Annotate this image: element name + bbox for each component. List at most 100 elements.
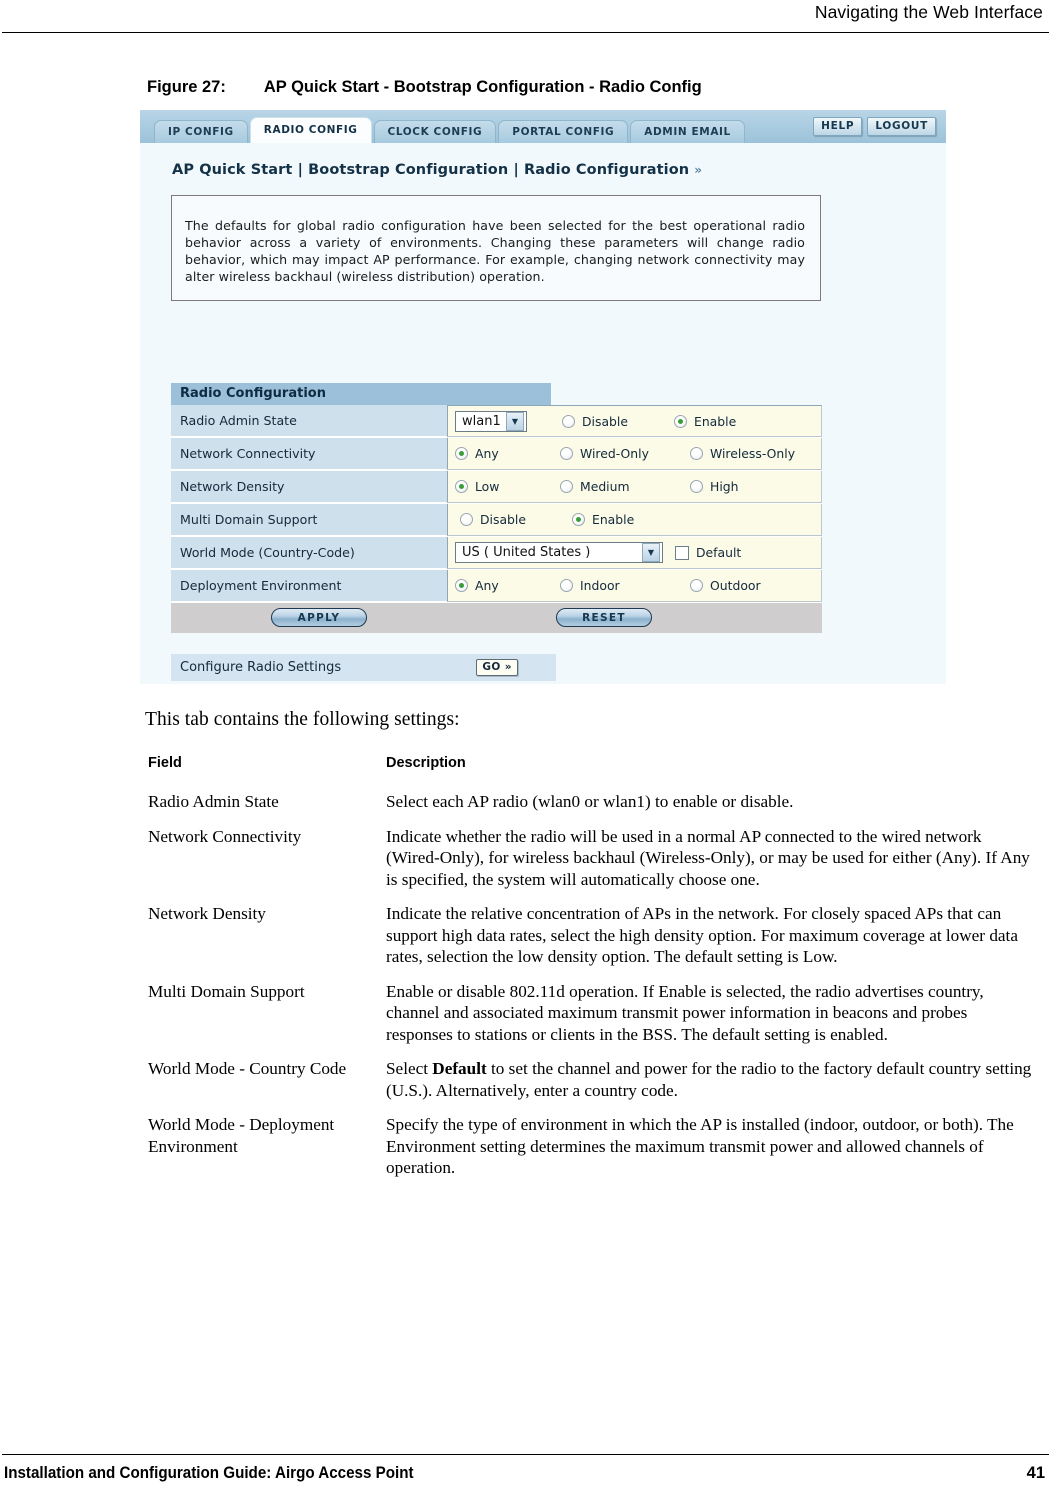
table-row: World Mode - Country Code Select Default… bbox=[148, 1058, 1038, 1114]
app-content-area: AP Quick Start | Bootstrap Configuration… bbox=[140, 143, 946, 684]
radio-configuration-panel: Radio Configuration Radio Admin State wl… bbox=[171, 383, 822, 633]
deployment-any[interactable]: Any bbox=[455, 578, 560, 593]
checkbox-label: Default bbox=[696, 545, 742, 560]
radio-admin-state-disable[interactable]: Disable bbox=[562, 414, 674, 429]
label-network-density: Network Density bbox=[171, 471, 447, 503]
field-name: Network Connectivity bbox=[148, 826, 302, 846]
tab-radio-config[interactable]: RADIO CONFIG bbox=[249, 117, 372, 143]
radio-button-icon bbox=[560, 579, 573, 592]
apply-button[interactable]: APPLY bbox=[271, 608, 367, 627]
tab-portal-config[interactable]: PORTAL CONFIG bbox=[498, 120, 629, 143]
description-prefix: Select bbox=[386, 1059, 433, 1078]
controls-world-mode: US ( United States ) ▼ Default bbox=[447, 537, 822, 569]
option-label: Outdoor bbox=[710, 578, 761, 593]
network-density-high[interactable]: High bbox=[690, 479, 738, 494]
radio-select-dropdown[interactable]: wlan1 ▼ bbox=[455, 410, 527, 432]
multi-domain-enable[interactable]: Enable bbox=[572, 512, 634, 527]
table-row: World Mode - Deployment Environment Spec… bbox=[148, 1114, 1038, 1192]
option-label: Enable bbox=[592, 512, 635, 527]
option-label: Wired-Only bbox=[580, 446, 649, 461]
field-description-table: Field Description Radio Admin State Sele… bbox=[148, 755, 1038, 1192]
option-label: Medium bbox=[580, 479, 630, 494]
field-name: World Mode - Deployment Environment bbox=[148, 1115, 335, 1156]
deployment-indoor[interactable]: Indoor bbox=[560, 578, 690, 593]
option-label: Indoor bbox=[580, 578, 620, 593]
option-label: Low bbox=[475, 479, 500, 494]
controls-deployment-environment: Any Indoor Outdoor bbox=[447, 570, 822, 602]
option-label: Any bbox=[475, 446, 499, 461]
page-footer: Installation and Configuration Guide: Ai… bbox=[0, 1440, 1051, 1492]
field-name: Network Density bbox=[148, 904, 266, 923]
field-description: Select Default to set the channel and po… bbox=[386, 1058, 1038, 1101]
radio-button-icon bbox=[690, 447, 703, 460]
running-head-title: Navigating the Web Interface bbox=[814, 2, 1043, 22]
header-rule bbox=[2, 32, 1049, 33]
page-running-header: Navigating the Web Interface bbox=[0, 0, 1051, 36]
radio-button-icon bbox=[455, 480, 468, 493]
top-right-button-group: HELP LOGOUT bbox=[813, 117, 936, 136]
go-button[interactable]: GO » bbox=[476, 659, 518, 676]
label-multi-domain-support: Multi Domain Support bbox=[171, 504, 447, 536]
country-code-value: US ( United States ) bbox=[462, 545, 591, 560]
logout-button[interactable]: LOGOUT bbox=[867, 117, 936, 136]
label-network-connectivity: Network Connectivity bbox=[171, 438, 447, 470]
radio-select-value: wlan1 bbox=[462, 413, 501, 429]
field-description: Indicate the relative concentration of A… bbox=[386, 904, 1018, 966]
help-button[interactable]: HELP bbox=[813, 117, 863, 136]
reset-button[interactable]: RESET bbox=[556, 608, 652, 627]
chevron-down-icon[interactable]: ▼ bbox=[642, 543, 660, 562]
radio-button-icon bbox=[455, 447, 468, 460]
row-world-mode: World Mode (Country-Code) US ( United St… bbox=[171, 537, 822, 570]
label-deployment-environment: Deployment Environment bbox=[171, 570, 447, 602]
network-density-low[interactable]: Low bbox=[455, 479, 560, 494]
row-network-density: Network Density Low Medium High bbox=[171, 471, 822, 504]
table-row: Network Density Indicate the relative co… bbox=[148, 903, 1038, 981]
field-description: Specify the type of environment in which… bbox=[386, 1115, 1014, 1177]
table-header-row: Field Description bbox=[148, 755, 1038, 791]
network-connectivity-wired-only[interactable]: Wired-Only bbox=[560, 446, 690, 461]
figure-caption: Figure 27: AP Quick Start - Bootstrap Con… bbox=[147, 78, 702, 97]
breadcrumb: AP Quick Start | Bootstrap Configuration… bbox=[172, 162, 702, 178]
footer-page-number: 41 bbox=[1026, 1464, 1045, 1482]
radio-button-icon bbox=[562, 414, 575, 428]
column-header-description: Description bbox=[386, 755, 466, 771]
tab-clock-config[interactable]: CLOCK CONFIG bbox=[373, 120, 497, 143]
checkbox-icon bbox=[675, 545, 689, 560]
configure-radio-settings-row: Configure Radio Settings GO » bbox=[171, 654, 556, 681]
field-description: Select each AP radio (wlan0 or wlan1) to… bbox=[386, 792, 794, 811]
footer-rule bbox=[2, 1454, 1049, 1455]
default-country-checkbox[interactable]: Default bbox=[675, 545, 741, 560]
lead-paragraph: This tab contains the following settings… bbox=[145, 709, 460, 730]
tab-admin-email[interactable]: ADMIN EMAIL bbox=[630, 120, 745, 143]
row-radio-admin-state: Radio Admin State wlan1 ▼ Disable Enable bbox=[171, 405, 822, 438]
country-code-dropdown[interactable]: US ( United States ) ▼ bbox=[455, 542, 663, 563]
form-action-bar: APPLY RESET bbox=[171, 603, 822, 633]
tab-ip-config[interactable]: IP CONFIG bbox=[154, 120, 248, 143]
field-name: Radio Admin State bbox=[148, 792, 279, 811]
radio-button-icon bbox=[455, 579, 468, 592]
controls-multi-domain-support: Disable Enable bbox=[447, 504, 822, 536]
ap-web-interface-screenshot: IP CONFIG RADIO CONFIG CLOCK CONFIG PORT… bbox=[140, 110, 946, 684]
chevron-right-icon: » bbox=[694, 163, 703, 177]
radio-button-icon bbox=[674, 414, 687, 428]
radio-button-icon bbox=[560, 447, 573, 460]
option-label: Wireless-Only bbox=[710, 446, 796, 461]
option-label: Any bbox=[475, 578, 499, 593]
table-row: Multi Domain Support Enable or disable 8… bbox=[148, 981, 1038, 1059]
network-density-medium[interactable]: Medium bbox=[560, 479, 690, 494]
panel-title: Radio Configuration bbox=[171, 383, 551, 405]
chevron-down-icon[interactable]: ▼ bbox=[506, 411, 524, 431]
network-connectivity-any[interactable]: Any bbox=[455, 446, 560, 461]
network-connectivity-wireless-only[interactable]: Wireless-Only bbox=[690, 446, 795, 461]
deployment-outdoor[interactable]: Outdoor bbox=[690, 578, 761, 593]
controls-radio-admin-state: wlan1 ▼ Disable Enable bbox=[447, 405, 822, 437]
label-world-mode: World Mode (Country-Code) bbox=[171, 537, 447, 569]
info-message-box: The defaults for global radio configurat… bbox=[171, 195, 821, 301]
multi-domain-disable[interactable]: Disable bbox=[460, 512, 572, 527]
config-tabstrip: IP CONFIG RADIO CONFIG CLOCK CONFIG PORT… bbox=[154, 116, 747, 143]
radio-admin-state-enable[interactable]: Enable bbox=[674, 414, 736, 429]
figure-title: AP Quick Start - Bootstrap Configuration… bbox=[263, 78, 702, 96]
option-label: Disable bbox=[480, 512, 526, 527]
row-multi-domain-support: Multi Domain Support Disable Enable bbox=[171, 504, 822, 537]
field-description: Enable or disable 802.11d operation. If … bbox=[386, 981, 984, 1044]
